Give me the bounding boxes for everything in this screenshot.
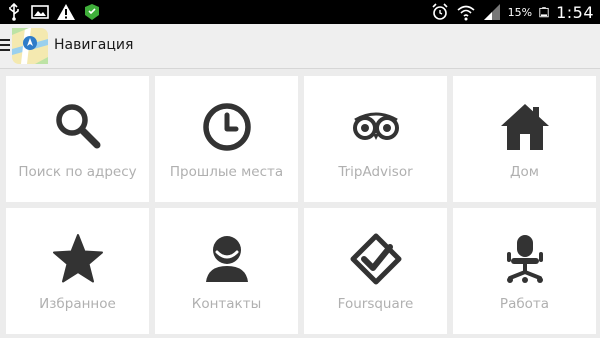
battery-icon [539, 7, 549, 18]
tile-favorites[interactable]: Избранное [6, 208, 149, 334]
foursquare-check-icon [350, 233, 401, 285]
home-icon [500, 104, 549, 150]
signal-icon [483, 4, 500, 20]
usb-icon [9, 2, 19, 21]
star-icon [52, 234, 103, 283]
status-bar-right: 15% 1:54 [430, 0, 594, 24]
app-logo-map-icon[interactable] [11, 27, 49, 65]
tile-label: Контакты [191, 296, 262, 312]
tile-contacts[interactable]: Контакты [155, 208, 298, 334]
tile-label: Дом [510, 164, 539, 180]
tile-work[interactable]: Работа [453, 208, 596, 334]
search-icon [55, 104, 100, 149]
status-clock: 1:54 [556, 2, 594, 22]
navigation-grid: Поиск по адресу Прошлые места TripAdviso… [0, 70, 600, 338]
status-bar-left [4, 2, 102, 22]
battery-percent: 15% [507, 5, 533, 19]
owl-eyes-icon [352, 112, 399, 140]
tile-home[interactable]: Дом [453, 76, 596, 202]
office-chair-icon [506, 235, 543, 283]
tile-past-places[interactable]: Прошлые места [155, 76, 298, 202]
image-icon [31, 5, 49, 19]
person-icon [205, 236, 248, 282]
tile-tripadvisor[interactable]: TripAdvisor [304, 76, 447, 202]
tile-label: Работа [499, 296, 550, 312]
alarm-icon [432, 3, 448, 20]
tile-label: Избранное [39, 296, 116, 312]
action-bar: Навигация [0, 24, 600, 69]
page-title: Навигация [54, 37, 134, 53]
status-bar: 15% 1:54 [0, 0, 600, 24]
menu-icon[interactable] [0, 38, 10, 52]
tile-label: Прошлые места [169, 164, 284, 180]
wifi-icon [457, 5, 475, 21]
tile-label: TripAdvisor [338, 164, 413, 180]
tile-foursquare[interactable]: Foursquare [304, 208, 447, 334]
tile-label: Поиск по адресу [18, 164, 137, 180]
tile-search-address[interactable]: Поиск по адресу [6, 76, 149, 202]
warning-icon [57, 4, 75, 20]
android-icon [85, 4, 99, 20]
tile-label: Foursquare [337, 296, 414, 312]
clock-icon [202, 103, 251, 151]
